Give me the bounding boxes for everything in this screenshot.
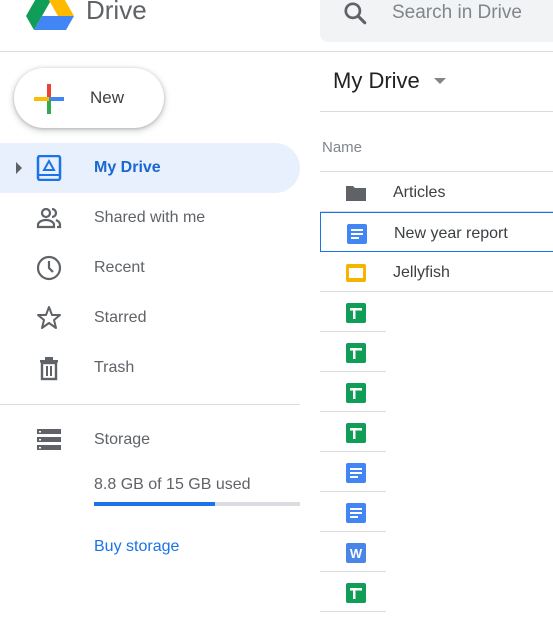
google-docs-icon xyxy=(345,502,367,524)
google-sheets-icon xyxy=(345,582,367,604)
storage-used-text: 8.8 GB of 15 GB used xyxy=(94,476,251,493)
folder-icon xyxy=(345,182,367,204)
title-divider xyxy=(320,111,553,112)
dropdown-caret-icon[interactable] xyxy=(434,78,446,84)
storage-progress-bar xyxy=(94,502,300,506)
sidebar-item-shared-with-me[interactable]: Shared with me xyxy=(0,193,300,243)
sidebar-item-my-drive[interactable]: My Drive xyxy=(0,143,300,193)
app-name: Drive xyxy=(86,0,147,25)
file-row[interactable] xyxy=(320,292,386,332)
file-row[interactable] xyxy=(320,452,386,492)
clock-icon xyxy=(36,255,62,281)
sidebar-item-recent[interactable]: Recent xyxy=(0,243,300,293)
page-title[interactable]: My Drive xyxy=(333,68,420,94)
file-row[interactable] xyxy=(320,492,386,532)
sidebar-item-label: Recent xyxy=(94,259,145,276)
star-icon xyxy=(37,306,61,329)
file-row[interactable] xyxy=(320,572,386,612)
google-sheets-icon xyxy=(345,342,367,364)
file-name: Articles xyxy=(393,184,446,201)
new-button-label: New xyxy=(90,88,125,107)
search-bar[interactable]: Search in Drive xyxy=(320,0,553,42)
storage-progress-fill xyxy=(94,502,215,506)
sidebar-divider xyxy=(0,404,300,405)
column-header-name[interactable]: Name xyxy=(322,139,362,156)
sidebar-item-trash[interactable]: Trash xyxy=(0,343,300,393)
file-name: Jellyfish xyxy=(393,264,450,281)
storage-icon xyxy=(37,429,61,450)
search-input[interactable]: Search in Drive xyxy=(392,2,522,24)
sidebar-item-starred[interactable]: Starred xyxy=(0,293,300,343)
file-row[interactable]: W xyxy=(320,532,386,572)
sidebar-item-label: My Drive xyxy=(94,159,161,176)
expand-arrow-icon[interactable] xyxy=(16,162,22,174)
trash-icon xyxy=(40,357,58,381)
file-row[interactable]: New year report xyxy=(320,212,553,252)
svg-text:W: W xyxy=(350,546,363,561)
google-sheets-icon xyxy=(345,302,367,324)
new-button[interactable]: New xyxy=(14,68,164,128)
file-row[interactable] xyxy=(320,332,386,372)
google-slides-icon xyxy=(345,262,367,284)
plus-icon xyxy=(34,84,64,114)
file-row[interactable] xyxy=(320,412,386,452)
file-row[interactable] xyxy=(320,372,386,412)
google-sheets-icon xyxy=(345,422,367,444)
search-icon[interactable] xyxy=(342,0,368,26)
sidebar-item-label: Trash xyxy=(94,359,135,376)
file-row[interactable]: Articles xyxy=(320,172,553,212)
drive-logo-icon xyxy=(26,0,74,30)
storage-label[interactable]: Storage xyxy=(94,431,150,449)
buy-storage-link[interactable]: Buy storage xyxy=(94,538,179,556)
google-docs-icon xyxy=(346,223,368,245)
google-docs-icon xyxy=(345,462,367,484)
sidebar-item-label: Starred xyxy=(94,309,147,326)
top-header: Drive Search in Drive xyxy=(0,0,553,52)
file-row[interactable]: Jellyfish xyxy=(320,252,553,292)
file-name: New year report xyxy=(394,225,508,242)
word-doc-icon: W xyxy=(345,542,367,564)
shared-people-icon xyxy=(36,207,62,229)
sidebar-item-label: Shared with me xyxy=(94,209,206,226)
my-drive-icon xyxy=(36,155,62,181)
google-sheets-icon xyxy=(345,382,367,404)
